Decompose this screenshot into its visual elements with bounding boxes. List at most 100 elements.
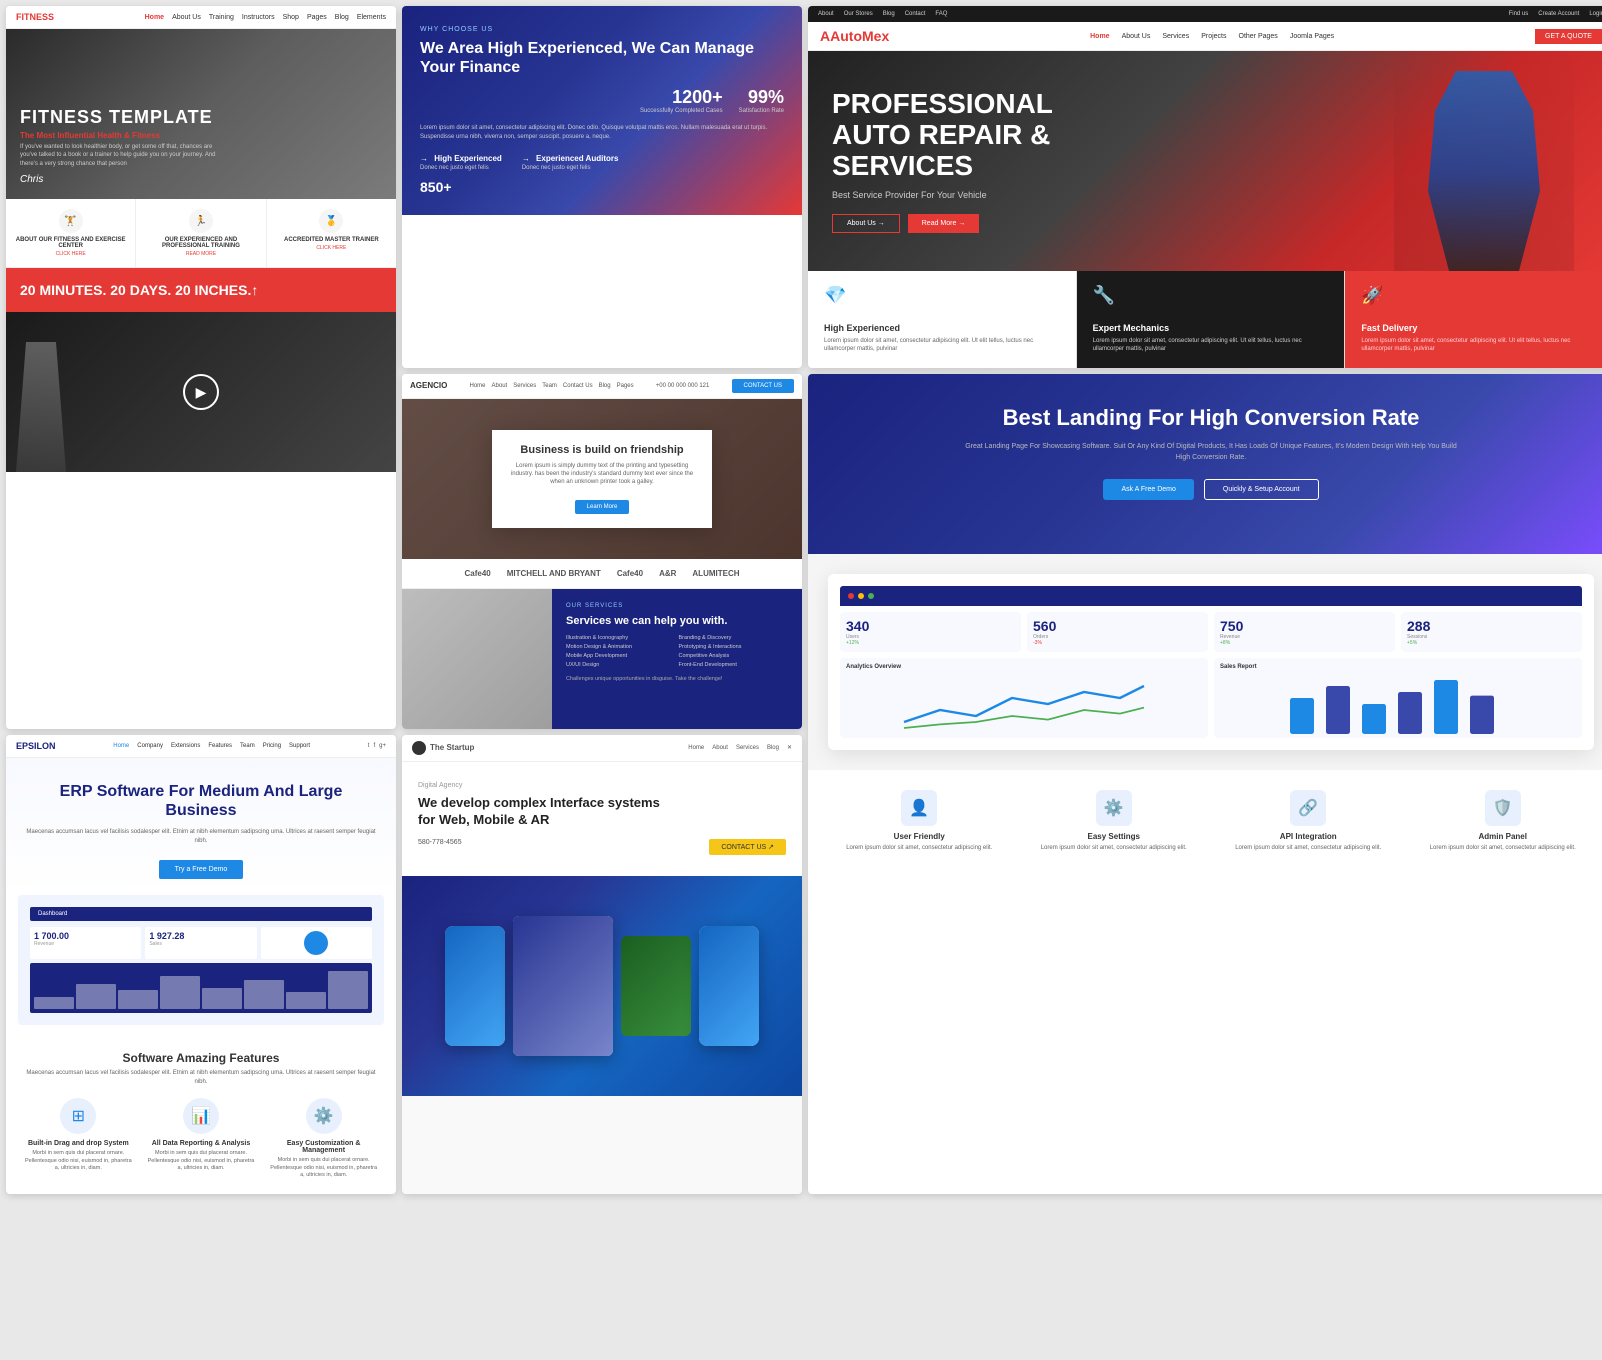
epsilon-nav-home[interactable]: Home xyxy=(113,743,129,749)
automex-nav-login[interactable]: Login xyxy=(1589,11,1602,17)
epsilon-dash-chart xyxy=(30,963,372,1013)
automex-service-3-icon: 🚀 xyxy=(1361,285,1393,317)
fitness-nav-training[interactable]: Training xyxy=(209,14,234,21)
fitness-feature-3-link[interactable]: CLICK HERE xyxy=(275,245,388,251)
agencio-challenge-text: Challenges unique opportunities in disgu… xyxy=(566,676,788,682)
agencio-nav-contact[interactable]: Contact Us xyxy=(563,383,593,389)
startup-card: The Startup Home About Services Blog ✕ D… xyxy=(402,735,802,1194)
agencio-logo: AGENCIO xyxy=(410,381,447,390)
landing-feature-2-text: Lorem ipsum dolor sit amet, consectetur … xyxy=(1023,844,1206,852)
epsilon-twitter-icon[interactable]: t xyxy=(368,743,370,749)
landing-stat-1-num: 340 xyxy=(846,618,1015,634)
landing-card: Best Landing For High Conversion Rate Gr… xyxy=(808,374,1602,1194)
automex-main-nav-projects[interactable]: Projects xyxy=(1201,33,1226,40)
finance-stat-2-num: 99% xyxy=(739,87,784,108)
epsilon-nav-ext[interactable]: Extensions xyxy=(171,743,200,749)
startup-phone-mockup-2 xyxy=(699,926,759,1046)
startup-nav-services[interactable]: Services xyxy=(736,745,759,751)
agencio-nav-team[interactable]: Team xyxy=(542,383,557,389)
epsilon-bar-5 xyxy=(202,988,242,1009)
fitness-hero-subtitle: The Most Influential Health & Fitness xyxy=(20,131,382,140)
landing-stat-4: 288 Sessions +5% xyxy=(1401,612,1582,652)
fitness-hero-body: If you've wanted to look healthier body,… xyxy=(20,143,220,168)
automex-nav-blog[interactable]: Blog xyxy=(883,11,895,17)
agencio-nav-blog[interactable]: Blog xyxy=(599,383,611,389)
epsilon-dash-header: Dashboard xyxy=(30,907,372,921)
startup-nav-home[interactable]: Home xyxy=(688,745,704,751)
startup-hero-title: We develop complex Interface systems for… xyxy=(418,795,678,829)
automex-top-nav: About Our Stores Blog Contact FAQ Find u… xyxy=(808,6,1602,22)
automex-nav-create[interactable]: Create Account xyxy=(1538,11,1579,17)
agencio-service-5: Mobile App Development xyxy=(566,653,676,659)
automex-nav-stores[interactable]: Our Stores xyxy=(844,11,873,17)
epsilon-nav-features[interactable]: Features xyxy=(208,743,232,749)
epsilon-dash-label-2: Sales xyxy=(149,941,252,947)
agencio-services-list: Illustration & Iconography Branding & Di… xyxy=(566,635,788,668)
automex-person-image xyxy=(1414,71,1554,271)
landing-chart-1-title: Analytics Overview xyxy=(846,664,1202,670)
epsilon-demo-button[interactable]: Try a Free Demo xyxy=(159,860,244,879)
epsilon-nav-company[interactable]: Company xyxy=(137,743,163,749)
automex-top-nav-right: Find us Create Account Login xyxy=(1509,11,1602,17)
automex-hero-subtitle: Best Service Provider For Your Vehicle xyxy=(832,190,1132,200)
automex-main-nav-home[interactable]: Home xyxy=(1090,33,1109,40)
agencio-nav-services[interactable]: Services xyxy=(513,383,536,389)
automex-service-1: 💎 High Experienced Lorem ipsum dolor sit… xyxy=(808,271,1077,368)
automex-main-nav-services[interactable]: Services xyxy=(1162,33,1189,40)
epsilon-card: EPSILON Home Company Extensions Features… xyxy=(6,735,396,1194)
automex-readmore-button[interactable]: Read More → xyxy=(908,214,980,233)
automex-hero-title: PROFESSIONAL AUTO REPAIR & SERVICES xyxy=(832,89,1132,181)
automex-main-nav-joomla[interactable]: Joomla Pages xyxy=(1290,33,1334,40)
fitness-promo-banner: 20 MINUTES. 20 DAYS. 20 INCHES.↑ xyxy=(6,268,396,312)
fitness-feature-1-link[interactable]: CLICK HERE xyxy=(14,251,127,257)
startup-phone-screen-2 xyxy=(699,926,759,1046)
landing-setup-button[interactable]: Quickly & Setup Account xyxy=(1204,479,1319,500)
epsilon-nav-pricing[interactable]: Pricing xyxy=(263,743,281,749)
finance-card: WHY CHOOSE US We Area High Experienced, … xyxy=(402,6,802,368)
fitness-features-row: 🏋️ ABOUT OUR FITNESS AND EXERCISE CENTER… xyxy=(6,199,396,268)
fitness-nav-home[interactable]: Home xyxy=(145,14,164,21)
agencio-logo-4: A&R xyxy=(659,569,676,578)
startup-nav-blog[interactable]: Blog xyxy=(767,745,779,751)
automex-nav-contact[interactable]: Contact xyxy=(905,11,926,17)
automex-services-section: 💎 High Experienced Lorem ipsum dolor sit… xyxy=(808,271,1602,368)
agencio-nav-pages[interactable]: Pages xyxy=(617,383,634,389)
fitness-play-button[interactable]: ▶ xyxy=(183,374,219,410)
agencio-hero-body: Lorem ipsum is simply dummy text of the … xyxy=(510,462,694,487)
epsilon-google-icon[interactable]: g+ xyxy=(379,743,386,749)
automex-main-nav-about[interactable]: About Us xyxy=(1122,33,1151,40)
finance-feature-1-title: → High Experienced xyxy=(420,154,502,163)
fitness-nav-blog[interactable]: Blog xyxy=(335,14,349,21)
automex-nav-about[interactable]: About xyxy=(818,11,834,17)
fitness-nav-about[interactable]: About Us xyxy=(172,14,201,21)
automex-about-button[interactable]: About Us → xyxy=(832,214,900,233)
landing-demo-button[interactable]: Ask A Free Demo xyxy=(1103,479,1193,500)
finance-feature-2-title: → Experienced Auditors xyxy=(522,154,619,163)
fitness-nav-pages[interactable]: Pages xyxy=(307,14,327,21)
fitness-hero-title: FITNESS TEMPLATE xyxy=(20,107,382,128)
epsilon-dash-label-1: Revenue xyxy=(34,941,137,947)
automex-nav-faq[interactable]: FAQ xyxy=(935,11,947,17)
startup-nav-about[interactable]: About xyxy=(712,745,728,751)
epsilon-feature-2-text: Morbi in sem quis dui placerat ornare. P… xyxy=(145,1150,258,1173)
agencio-phone: +00 00 000 000 121 xyxy=(656,383,710,389)
fitness-nav-shop[interactable]: Shop xyxy=(283,14,299,21)
automex-nav-find[interactable]: Find us xyxy=(1509,11,1529,17)
agencio-nav-about[interactable]: About xyxy=(492,383,508,389)
agencio-logo-1: Cafe40 xyxy=(464,569,490,578)
fitness-feature-1-title: ABOUT OUR FITNESS AND EXERCISE CENTER xyxy=(14,237,127,249)
startup-contact-button[interactable]: CONTACT US ↗ xyxy=(709,839,786,855)
epsilon-dash-card-3 xyxy=(261,927,372,959)
agencio-contact-button[interactable]: CONTACT US xyxy=(732,379,794,393)
fitness-nav-instructors[interactable]: Instructors xyxy=(242,14,275,21)
fitness-nav-elements[interactable]: Elements xyxy=(357,14,386,21)
landing-features-section: 👤 User Friendly Lorem ipsum dolor sit am… xyxy=(808,770,1602,872)
agencio-nav-home[interactable]: Home xyxy=(470,383,486,389)
automex-main-nav-other[interactable]: Other Pages xyxy=(1239,33,1278,40)
epsilon-nav-team[interactable]: Team xyxy=(240,743,255,749)
epsilon-nav-support[interactable]: Support xyxy=(289,743,310,749)
automex-quote-button[interactable]: GET A QUOTE xyxy=(1535,29,1602,44)
epsilon-facebook-icon[interactable]: f xyxy=(373,743,375,749)
agencio-learn-more-button[interactable]: Learn More xyxy=(575,500,630,514)
fitness-feature-2-link[interactable]: READ MORE xyxy=(144,251,257,257)
